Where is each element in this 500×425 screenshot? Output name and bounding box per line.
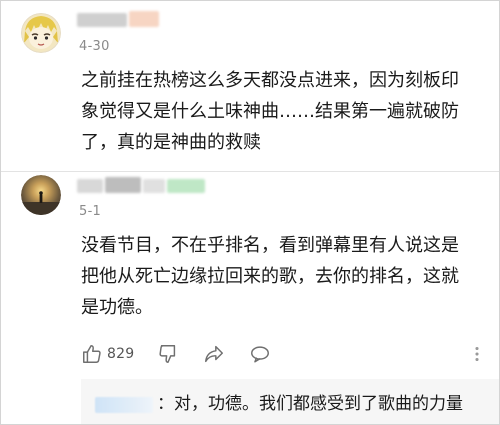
reply-button[interactable] (249, 341, 271, 367)
dislike-button[interactable] (157, 341, 179, 367)
share-button[interactable] (203, 341, 225, 367)
comment-text: 没看节目，不在乎排名，看到弹幕里有人说这是 把他从死亡边缘拉回来的歌，去你的排名… (81, 230, 491, 323)
thumbs-down-icon (157, 343, 179, 365)
like-button[interactable]: 829 (81, 341, 134, 367)
reply-username-blurred[interactable] (95, 397, 153, 413)
comment-date: 5-1 (79, 204, 102, 219)
reply-preview[interactable]: ：对，功德。我们都感受到了歌曲的力量 (81, 379, 499, 424)
comment-text-line: 没看节目，不在乎排名，看到弹幕里有人说这是 (81, 235, 459, 256)
username-blurred[interactable] (77, 179, 103, 193)
comment-text-line: 了，真的是神曲的救赎 (81, 132, 261, 153)
more-options-button[interactable] (471, 341, 483, 367)
comment-date: 4-30 (79, 39, 110, 54)
comment-text-line: 之前挂在热榜这么多天都没点进来，因为刻板印 (81, 70, 459, 91)
like-count: 829 (107, 346, 135, 362)
speech-bubble-icon (249, 343, 271, 365)
anime-character-avatar-icon[interactable] (21, 13, 61, 53)
comment-text-line: 象觉得又是什么土味神曲……结果第一遍就破防 (81, 101, 459, 122)
username-blurred[interactable] (105, 177, 141, 193)
comment-divider (1, 171, 499, 172)
vertical-dots-icon (471, 343, 483, 365)
user-badge-blurred (167, 179, 205, 193)
username-blurred[interactable] (143, 179, 165, 193)
reply-text: ：对，功德。我们都感受到了歌曲的力量 (157, 394, 463, 414)
share-arrow-icon (203, 343, 225, 365)
thumbs-up-icon (81, 343, 103, 365)
username-blurred[interactable] (77, 13, 127, 27)
comment-list: 4-30 之前挂在热榜这么多天都没点进来，因为刻板印 象觉得又是什么土味神曲……… (0, 0, 500, 425)
comment-text: 之前挂在热榜这么多天都没点进来，因为刻板印 象觉得又是什么土味神曲……结果第一遍… (81, 65, 491, 158)
comment-text-line: 把他从死亡边缘拉回来的歌，去你的排名，这就 (81, 266, 459, 287)
user-badge-blurred (129, 11, 159, 27)
sunset-silhouette-avatar-icon[interactable] (21, 175, 61, 215)
comment-text-line: 是功德。 (81, 297, 153, 318)
